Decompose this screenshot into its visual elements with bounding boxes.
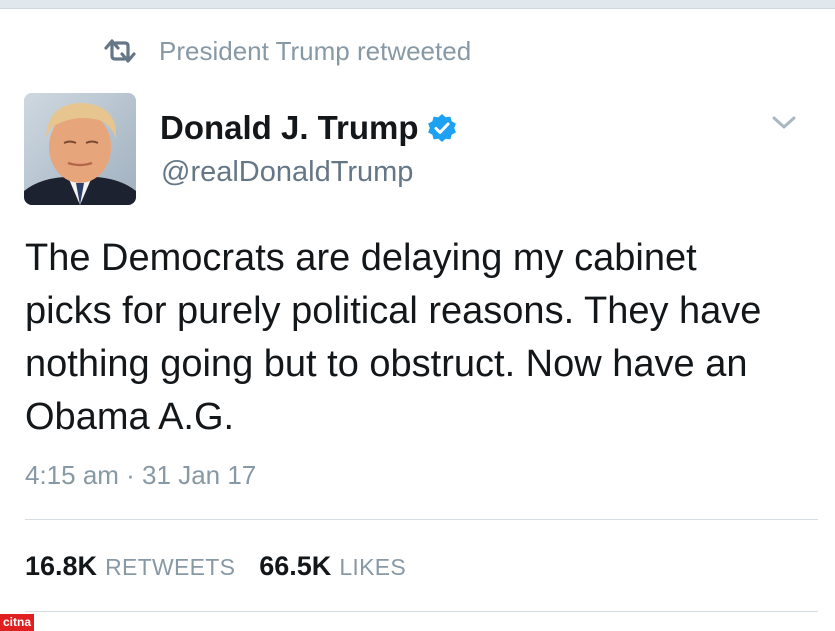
display-name: Donald J. Trump <box>160 109 419 146</box>
tweet-text-line: The Democrats are delaying my cabinet <box>25 237 697 279</box>
chevron-down-icon[interactable] <box>770 113 798 133</box>
user-handle[interactable]: @realDonaldTrump <box>161 156 413 189</box>
retweet-context-label: President Trump retweeted <box>159 35 472 66</box>
author-name-row[interactable]: Donald J. Trump <box>160 108 457 148</box>
avatar-image <box>24 93 136 205</box>
tweet-timestamp[interactable]: 4:15 am · 31 Jan 17 <box>25 460 256 491</box>
verified-badge-icon <box>427 114 456 142</box>
retweet-icon <box>104 39 136 63</box>
top-rule-line <box>0 8 835 9</box>
tweet-text-line: Obama A.G. <box>25 396 235 438</box>
like-count-label[interactable]: LIKES <box>339 554 406 581</box>
divider <box>25 519 818 520</box>
retweet-count[interactable]: 16.8K <box>25 551 97 582</box>
like-count[interactable]: 66.5K <box>259 551 331 582</box>
tweet-text-line: nothing going but to obstruct. Now have … <box>25 343 748 385</box>
retweet-count-label[interactable]: RETWEETS <box>105 554 235 581</box>
tweet-text-line: picks for purely political reasons. They… <box>25 290 762 332</box>
avatar[interactable] <box>24 93 136 205</box>
tweet-stats: 16.8K RETWEETS 66.5K LIKES <box>25 551 406 587</box>
watermark-logo: citna <box>0 614 35 631</box>
tweet-text: The Democrats are delaying my cabinet pi… <box>25 232 825 444</box>
divider <box>25 611 818 612</box>
retweet-context[interactable]: President Trump retweeted <box>103 33 471 69</box>
